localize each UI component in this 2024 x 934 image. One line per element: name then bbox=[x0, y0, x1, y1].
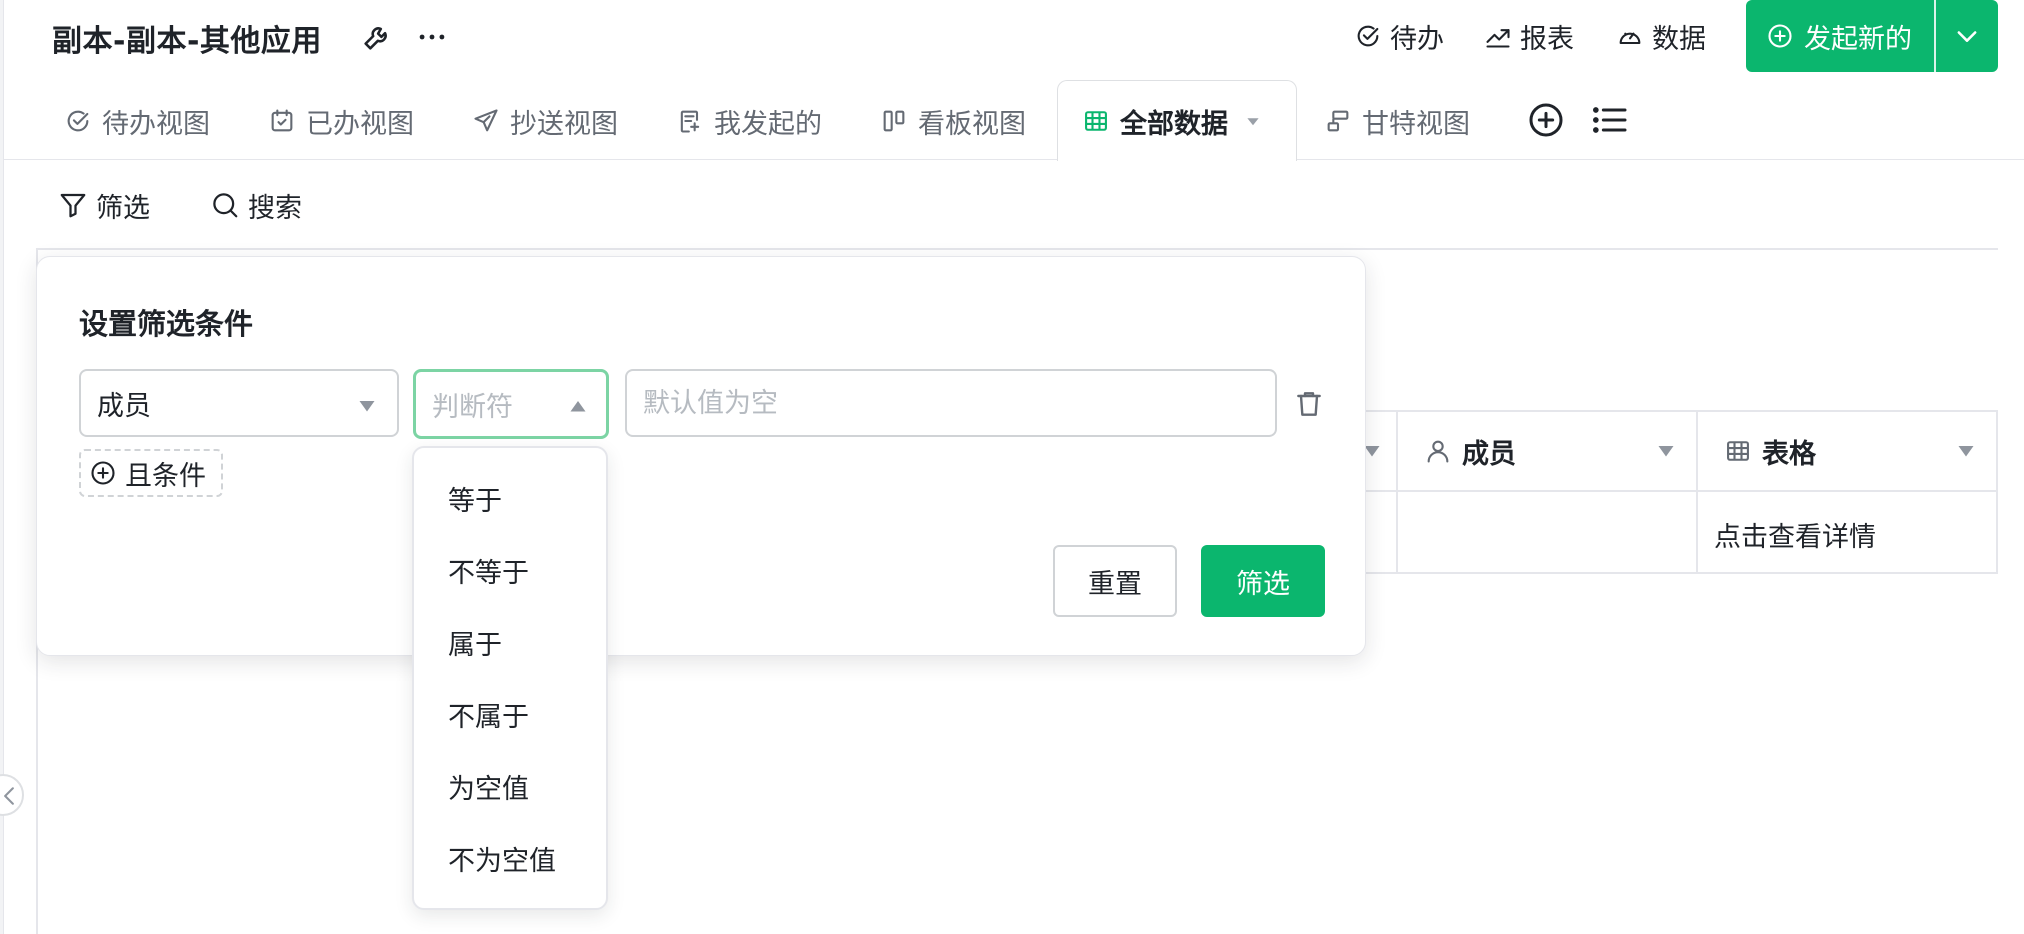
operator-option[interactable]: 属于 bbox=[448, 622, 502, 662]
filter-popover: 设置筛选条件 成员 判断符 且条件 重置 筛选 bbox=[36, 256, 1366, 656]
filter-button[interactable]: 筛选 bbox=[58, 186, 150, 224]
operator-option[interactable]: 为空值 bbox=[448, 766, 529, 806]
create-new-button[interactable]: 发起新的 bbox=[1746, 0, 1998, 72]
tab-label: 待办视图 bbox=[102, 108, 210, 140]
field-select[interactable]: 成员 bbox=[79, 369, 399, 437]
toolbar-divider bbox=[36, 248, 1998, 250]
trash-icon[interactable] bbox=[1293, 387, 1325, 421]
filter-label: 筛选 bbox=[96, 192, 150, 224]
search-button[interactable]: 搜索 bbox=[210, 186, 302, 224]
calendar-check-icon bbox=[271, 109, 293, 132]
caret-down-icon[interactable] bbox=[1246, 114, 1260, 128]
table-cell-member[interactable] bbox=[1398, 494, 1696, 574]
tab-label: 已办视图 bbox=[306, 108, 414, 140]
add-and-condition-button[interactable]: 且条件 bbox=[79, 449, 223, 497]
wrench-icon[interactable] bbox=[360, 20, 394, 54]
report-link[interactable]: 报表 bbox=[1484, 16, 1574, 56]
data-link[interactable]: 数据 bbox=[1616, 16, 1706, 56]
dashboard-icon bbox=[1619, 32, 1641, 45]
caret-down-icon[interactable] bbox=[1658, 446, 1674, 458]
tab-gantt-view[interactable]: 甘特视图 bbox=[1324, 100, 1470, 142]
todo-link[interactable]: 待办 bbox=[1354, 16, 1444, 56]
tab-label: 甘特视图 bbox=[1362, 108, 1470, 140]
caret-down-icon bbox=[359, 401, 375, 412]
check-circle-icon bbox=[67, 110, 89, 132]
kanban-icon bbox=[883, 110, 905, 132]
table-icon bbox=[1727, 441, 1749, 461]
sidebar-collapse-button[interactable] bbox=[0, 774, 24, 816]
data-label: 数据 bbox=[1652, 23, 1706, 55]
reset-button[interactable]: 重置 bbox=[1053, 545, 1177, 617]
tab-initiated[interactable]: 我发起的 bbox=[676, 100, 822, 142]
operator-placeholder: 判断符 bbox=[432, 391, 513, 423]
field-select-value: 成员 bbox=[97, 390, 151, 422]
search-label: 搜索 bbox=[248, 192, 302, 224]
tabbar-divider bbox=[4, 159, 2024, 160]
tab-label: 全部数据 bbox=[1120, 108, 1228, 140]
column-label: 表格 bbox=[1762, 438, 1816, 470]
plus-circle-icon bbox=[91, 461, 115, 485]
create-dropdown-toggle[interactable] bbox=[1936, 22, 1998, 50]
tab-cc-view[interactable]: 抄送视图 bbox=[472, 100, 618, 142]
report-label: 报表 bbox=[1520, 23, 1574, 55]
column-label: 成员 bbox=[1462, 438, 1516, 470]
edit-doc-icon bbox=[680, 110, 700, 133]
caret-up-icon bbox=[570, 401, 586, 412]
chevron-down-icon bbox=[1957, 31, 1977, 42]
column-header-member[interactable]: 成员 bbox=[1398, 412, 1696, 492]
table-grid-icon bbox=[1085, 111, 1107, 131]
caret-down-icon[interactable] bbox=[1958, 446, 1974, 458]
caret-down-icon[interactable] bbox=[1364, 446, 1380, 458]
tab-done-view[interactable]: 已办视图 bbox=[268, 100, 414, 142]
tab-label: 看板视图 bbox=[918, 108, 1026, 140]
search-icon bbox=[213, 193, 238, 218]
column-header-table[interactable]: 表格 bbox=[1698, 412, 1996, 492]
gantt-icon bbox=[1327, 110, 1349, 132]
operator-dropdown: 等于 不等于 属于 不属于 为空值 不为空值 bbox=[412, 446, 608, 910]
operator-option[interactable]: 不等于 bbox=[448, 550, 529, 590]
trend-up-icon bbox=[1486, 29, 1510, 48]
value-input[interactable] bbox=[625, 369, 1277, 437]
funnel-icon bbox=[60, 193, 86, 218]
tab-kanban-view[interactable]: 看板视图 bbox=[880, 100, 1026, 142]
app-title: 副本-副本-其他应用 bbox=[52, 24, 322, 59]
chevron-left-icon bbox=[4, 787, 14, 805]
tab-label: 我发起的 bbox=[714, 108, 822, 140]
data-table: 成员 表格 点击查看详情 bbox=[1360, 410, 1998, 574]
person-icon bbox=[1427, 440, 1449, 463]
operator-select[interactable]: 判断符 bbox=[413, 369, 609, 439]
operator-option[interactable]: 等于 bbox=[448, 478, 502, 518]
operator-option[interactable]: 不属于 bbox=[448, 694, 529, 734]
todo-label: 待办 bbox=[1390, 23, 1444, 55]
operator-option[interactable]: 不为空值 bbox=[448, 838, 556, 878]
add-view-icon[interactable] bbox=[1526, 100, 1566, 140]
tab-all-data[interactable]: 全部数据 bbox=[1057, 80, 1297, 161]
create-new-label: 发起新的 bbox=[1804, 23, 1912, 55]
tab-label: 抄送视图 bbox=[510, 108, 618, 140]
plus-circle-icon bbox=[1768, 24, 1792, 48]
more-icon[interactable] bbox=[414, 20, 450, 54]
apply-filter-button[interactable]: 筛选 bbox=[1201, 545, 1325, 617]
check-circle-icon bbox=[1357, 25, 1379, 47]
table-cell-view-details[interactable]: 点击查看详情 bbox=[1698, 494, 1996, 574]
list-menu-icon[interactable] bbox=[1590, 100, 1630, 140]
send-icon bbox=[474, 109, 498, 132]
create-new-main[interactable]: 发起新的 bbox=[1746, 0, 1934, 72]
tab-todo-view[interactable]: 待办视图 bbox=[64, 100, 210, 142]
and-condition-label: 且条件 bbox=[125, 460, 206, 492]
filter-panel-title: 设置筛选条件 bbox=[79, 307, 254, 341]
